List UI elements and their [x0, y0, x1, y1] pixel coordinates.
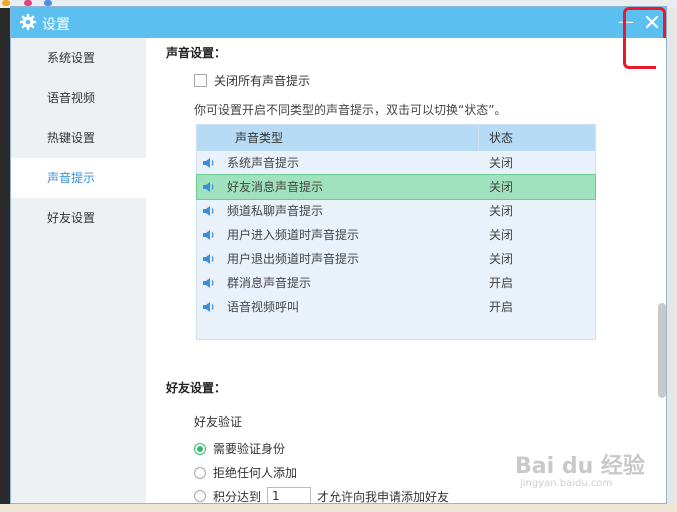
mute-all-checkbox[interactable] — [194, 74, 207, 87]
speaker-icon — [203, 278, 214, 288]
background-bottom — [0, 504, 677, 512]
radio-score[interactable] — [194, 490, 206, 502]
sound-type-cell: 群消息声音提示 — [227, 276, 312, 290]
sound-status-cell: 开启 — [489, 276, 514, 290]
sidebar-item-system[interactable]: 系统设置 — [11, 38, 146, 78]
sound-type-cell: 系统声音提示 — [227, 156, 300, 170]
gear-icon — [19, 13, 37, 31]
table-row[interactable]: 好友消息声音提示 关闭 — [196, 174, 596, 200]
background-right — [667, 8, 677, 512]
table-header: 声音类型 状态 — [197, 125, 595, 151]
speaker-cell — [197, 271, 227, 295]
score-input[interactable] — [267, 487, 312, 503]
option-require-verify[interactable]: 需要验证身份 — [194, 440, 285, 457]
speaker-icon — [203, 182, 214, 192]
sound-table: 声音类型 状态 系统声音提示 关闭 好友消息声音提示 关闭 频道私聊声音提示 关闭 用户进入… — [196, 124, 596, 340]
table-row[interactable]: 用户退出频道时声音提示 关闭 — [197, 247, 595, 271]
score-suffix: 才允许向我申请添加好友 — [317, 489, 450, 504]
watermark-url: jingyan.baidu.com — [520, 478, 613, 489]
option-label: 拒绝任何人添加 — [213, 466, 298, 480]
column-header-status: 状态 — [489, 131, 514, 145]
column-header-type: 声音类型 — [197, 125, 479, 151]
sound-status-cell: 关闭 — [489, 252, 514, 266]
sidebar-item-friends[interactable]: 好友设置 — [11, 198, 146, 238]
settings-content: 声音设置： 关闭所有声音提示 你可设置开启不同类型的声音提示，双击可以切换“状态… — [146, 38, 656, 504]
sound-hint: 你可设置开启不同类型的声音提示，双击可以切换“状态”。 — [194, 103, 507, 117]
window-title: 设置 — [42, 17, 70, 33]
option-label: 需要验证身份 — [213, 442, 286, 456]
sound-status-cell: 开启 — [489, 300, 514, 314]
option-reject-all[interactable]: 拒绝任何人添加 — [194, 464, 297, 481]
mute-all-label: 关闭所有声音提示 — [214, 74, 311, 88]
radio-reject-all[interactable] — [194, 466, 206, 479]
speaker-icon — [203, 206, 214, 216]
friend-section-title: 好友设置： — [166, 381, 227, 395]
watermark-logo: Bai du 经验 — [515, 454, 645, 479]
sound-type-cell: 用户退出频道时声音提示 — [227, 252, 360, 266]
sidebar-item-sound[interactable]: 声音提示 — [11, 158, 146, 198]
scrollbar[interactable] — [656, 38, 666, 503]
scroll-thumb[interactable] — [658, 303, 666, 398]
sound-status-cell: 关闭 — [489, 204, 514, 218]
sound-type-cell: 语音视频呼叫 — [227, 300, 300, 314]
table-row[interactable]: 语音视频呼叫 开启 — [197, 295, 595, 319]
speaker-icon — [203, 158, 214, 168]
table-row[interactable]: 系统声音提示 关闭 — [197, 151, 595, 175]
table-row[interactable]: 频道私聊声音提示 关闭 — [197, 199, 595, 223]
sidebar-item-voice-video[interactable]: 语音视频 — [11, 78, 146, 118]
speaker-cell — [197, 295, 227, 319]
speaker-cell — [197, 223, 227, 247]
score-prefix: 积分达到 — [213, 489, 262, 504]
sound-type-cell: 用户进入频道时声音提示 — [227, 228, 360, 242]
speaker-icon — [203, 302, 214, 312]
speaker-icon — [203, 230, 214, 240]
speaker-icon — [203, 254, 214, 264]
table-row[interactable]: 用户进入频道时声音提示 关闭 — [197, 223, 595, 247]
friend-verify-label: 好友验证 — [194, 415, 243, 429]
table-row[interactable]: 群消息声音提示 开启 — [197, 271, 595, 295]
sound-status-cell: 关闭 — [489, 156, 514, 170]
mute-all-row[interactable]: 关闭所有声音提示 — [194, 72, 310, 89]
settings-window: 设置 — 系统设置 语音视频 热键设置 声音提示 好友设置 声音设置： 关闭所有… — [10, 6, 667, 504]
option-score[interactable]: 积分达到 才允许向我申请添加好友 — [194, 487, 450, 504]
sound-section-title: 声音设置： — [166, 46, 227, 60]
speaker-cell — [197, 151, 227, 175]
sound-status-cell: 关闭 — [489, 228, 514, 242]
speaker-cell — [197, 199, 227, 223]
background-left — [0, 8, 10, 512]
sound-type-cell: 频道私聊声音提示 — [227, 204, 324, 218]
sidebar-item-hotkeys[interactable]: 热键设置 — [11, 118, 146, 158]
sound-type-cell: 好友消息声音提示 — [227, 180, 324, 194]
sidebar: 系统设置 语音视频 热键设置 声音提示 好友设置 — [11, 38, 146, 503]
radio-require-verify[interactable] — [194, 442, 206, 455]
speaker-cell — [197, 175, 227, 199]
speaker-cell — [197, 247, 227, 271]
titlebar: 设置 — — [11, 7, 666, 38]
sound-status-cell: 关闭 — [489, 180, 514, 194]
background-dot — [2, 0, 10, 6]
